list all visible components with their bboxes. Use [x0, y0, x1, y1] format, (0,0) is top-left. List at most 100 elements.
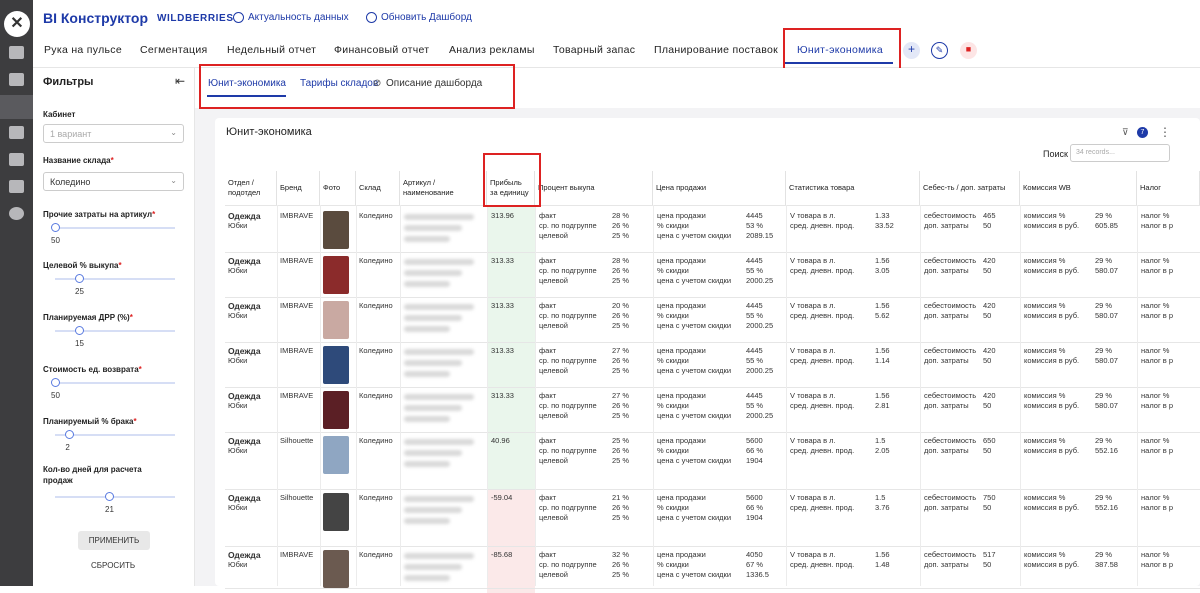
brand-label: WILDBERRIES	[157, 13, 234, 24]
value-cell: 4050	[746, 550, 763, 559]
nav-tab-stock[interactable]: Товарный запас	[553, 44, 635, 56]
slider-track[interactable]	[51, 223, 175, 232]
column-header[interactable]: Склад	[356, 171, 400, 205]
column-header[interactable]: Налог	[1137, 171, 1200, 205]
product-photo[interactable]	[323, 256, 349, 294]
label-cell: % скидки	[657, 446, 689, 455]
label-cell: комиссия в руб.	[1024, 221, 1080, 230]
add-tab-button[interactable]: +	[903, 42, 920, 59]
label-cell: целевой	[539, 456, 568, 465]
column-header[interactable]: Статистика товара	[786, 171, 920, 205]
data-freshness-link[interactable]: Актуальность данных	[233, 12, 349, 23]
apply-button[interactable]: ПРИМЕНИТЬ	[78, 531, 150, 550]
column-header[interactable]: Фото	[320, 171, 356, 205]
brand-cell: IMBRAVE	[280, 301, 314, 310]
slider-label: Кол-во дней для расчета продаж	[43, 465, 142, 485]
slider-handle[interactable]	[51, 378, 60, 387]
profit-cell: 313.33	[491, 391, 514, 400]
nav-tab-pulse[interactable]: Рука на пульсе	[44, 44, 122, 56]
label-cell: комиссия в руб.	[1024, 311, 1080, 320]
value-cell: 552.16	[1095, 503, 1118, 512]
label-cell: V товара в л.	[790, 346, 836, 355]
slider-handle[interactable]	[65, 430, 75, 439]
kabinet-select[interactable]: 1 вариант ⌄	[43, 124, 184, 143]
more-icon[interactable]: ⋮	[1159, 125, 1171, 139]
warehouse-cell: Коледино	[359, 391, 393, 400]
slider-track[interactable]	[55, 274, 175, 283]
slider-handle[interactable]	[51, 223, 60, 232]
value-cell: 1904	[746, 456, 763, 465]
home-icon[interactable]	[9, 46, 24, 59]
nav-tab-segmentation[interactable]: Сегментация	[140, 44, 208, 56]
refresh-dashboard-link[interactable]: Обновить Дашборд	[366, 12, 472, 23]
value-cell: 25 %	[612, 436, 630, 445]
slider-track[interactable]	[55, 326, 175, 335]
col-divider	[1020, 205, 1021, 586]
bag-icon[interactable]	[9, 153, 24, 166]
label-cell: комиссия в руб.	[1024, 401, 1080, 410]
nav-tab-ads[interactable]: Анализ рекламы	[449, 44, 535, 56]
search-input[interactable]: 34 records...	[1070, 144, 1170, 162]
value-cell: 50	[983, 560, 992, 569]
blurred-article	[404, 507, 462, 513]
product-photo[interactable]	[323, 436, 349, 474]
reset-button[interactable]: СБРОСИТЬ	[91, 561, 135, 570]
value-cell: 2000.25	[746, 411, 774, 420]
label-cell: комиссия в руб.	[1024, 446, 1080, 455]
column-header[interactable]: Процент выкупа	[535, 171, 653, 205]
grid-icon[interactable]	[9, 73, 24, 86]
value-cell: 1.33	[875, 211, 890, 220]
label-cell: сред. дневн. прод.	[790, 356, 855, 365]
filter-icon[interactable]: ⊽	[1122, 127, 1129, 138]
slider-track[interactable]	[51, 378, 175, 387]
col-divider	[1137, 205, 1138, 586]
value-cell: 50	[983, 356, 992, 365]
value-cell: 5.62	[875, 311, 890, 320]
column-header[interactable]: Артикул / наименование	[400, 171, 487, 205]
value-cell: 1.48	[875, 560, 890, 569]
blurred-article	[404, 214, 474, 220]
nav-tab-supply[interactable]: Планирование поставок	[654, 44, 778, 56]
brand-cell: IMBRAVE	[280, 550, 314, 559]
product-photo[interactable]	[323, 301, 349, 339]
nav-tab-weekly[interactable]: Недельный отчет	[227, 44, 316, 56]
delete-icon[interactable]: ■	[960, 42, 977, 59]
slider-handle[interactable]	[75, 274, 84, 283]
slider-track[interactable]	[55, 492, 175, 501]
blurred-article	[404, 564, 462, 570]
subdept-cell: Юбки	[228, 560, 248, 569]
collapse-icon[interactable]: ⇤	[175, 74, 185, 88]
money-icon[interactable]	[9, 126, 24, 139]
label-cell: налог в р	[1141, 560, 1174, 569]
label-cell: % скидки	[657, 356, 689, 365]
value-cell: 1904	[746, 513, 763, 522]
slider-handle[interactable]	[75, 326, 84, 335]
slider-track[interactable]	[55, 430, 175, 439]
product-photo[interactable]	[323, 346, 349, 384]
value-cell: 4445	[746, 391, 763, 400]
product-photo[interactable]	[323, 391, 349, 429]
slider-handle[interactable]	[105, 492, 114, 501]
value-cell: 2000.25	[746, 321, 774, 330]
sklad-select[interactable]: Коледино ⌄	[43, 172, 184, 191]
swap-icon[interactable]	[9, 180, 24, 193]
product-photo[interactable]	[323, 493, 349, 531]
profit-cell: 313.33	[491, 346, 514, 355]
col-divider	[786, 205, 787, 586]
column-header[interactable]: Бренд	[277, 171, 320, 205]
column-header[interactable]: Отдел / подотдел	[225, 171, 277, 205]
gear-icon[interactable]	[9, 207, 24, 220]
product-photo[interactable]	[323, 211, 349, 249]
column-header[interactable]: Себес-ть / доп. затраты	[920, 171, 1020, 205]
label-cell: V товара в л.	[790, 391, 836, 400]
edit-icon[interactable]: ✎	[931, 42, 948, 59]
value-cell: 420	[983, 391, 996, 400]
label-cell: факт	[539, 436, 557, 445]
nav-tab-finance[interactable]: Финансовый отчет	[334, 44, 429, 56]
close-icon[interactable]: ✕	[4, 11, 30, 37]
label-cell: налог в р	[1141, 401, 1174, 410]
product-photo[interactable]	[323, 550, 349, 588]
label-cell: сред. дневн. прод.	[790, 311, 855, 320]
column-header[interactable]: Цена продажи	[653, 171, 786, 205]
column-header[interactable]: Комиссия WB	[1020, 171, 1137, 205]
